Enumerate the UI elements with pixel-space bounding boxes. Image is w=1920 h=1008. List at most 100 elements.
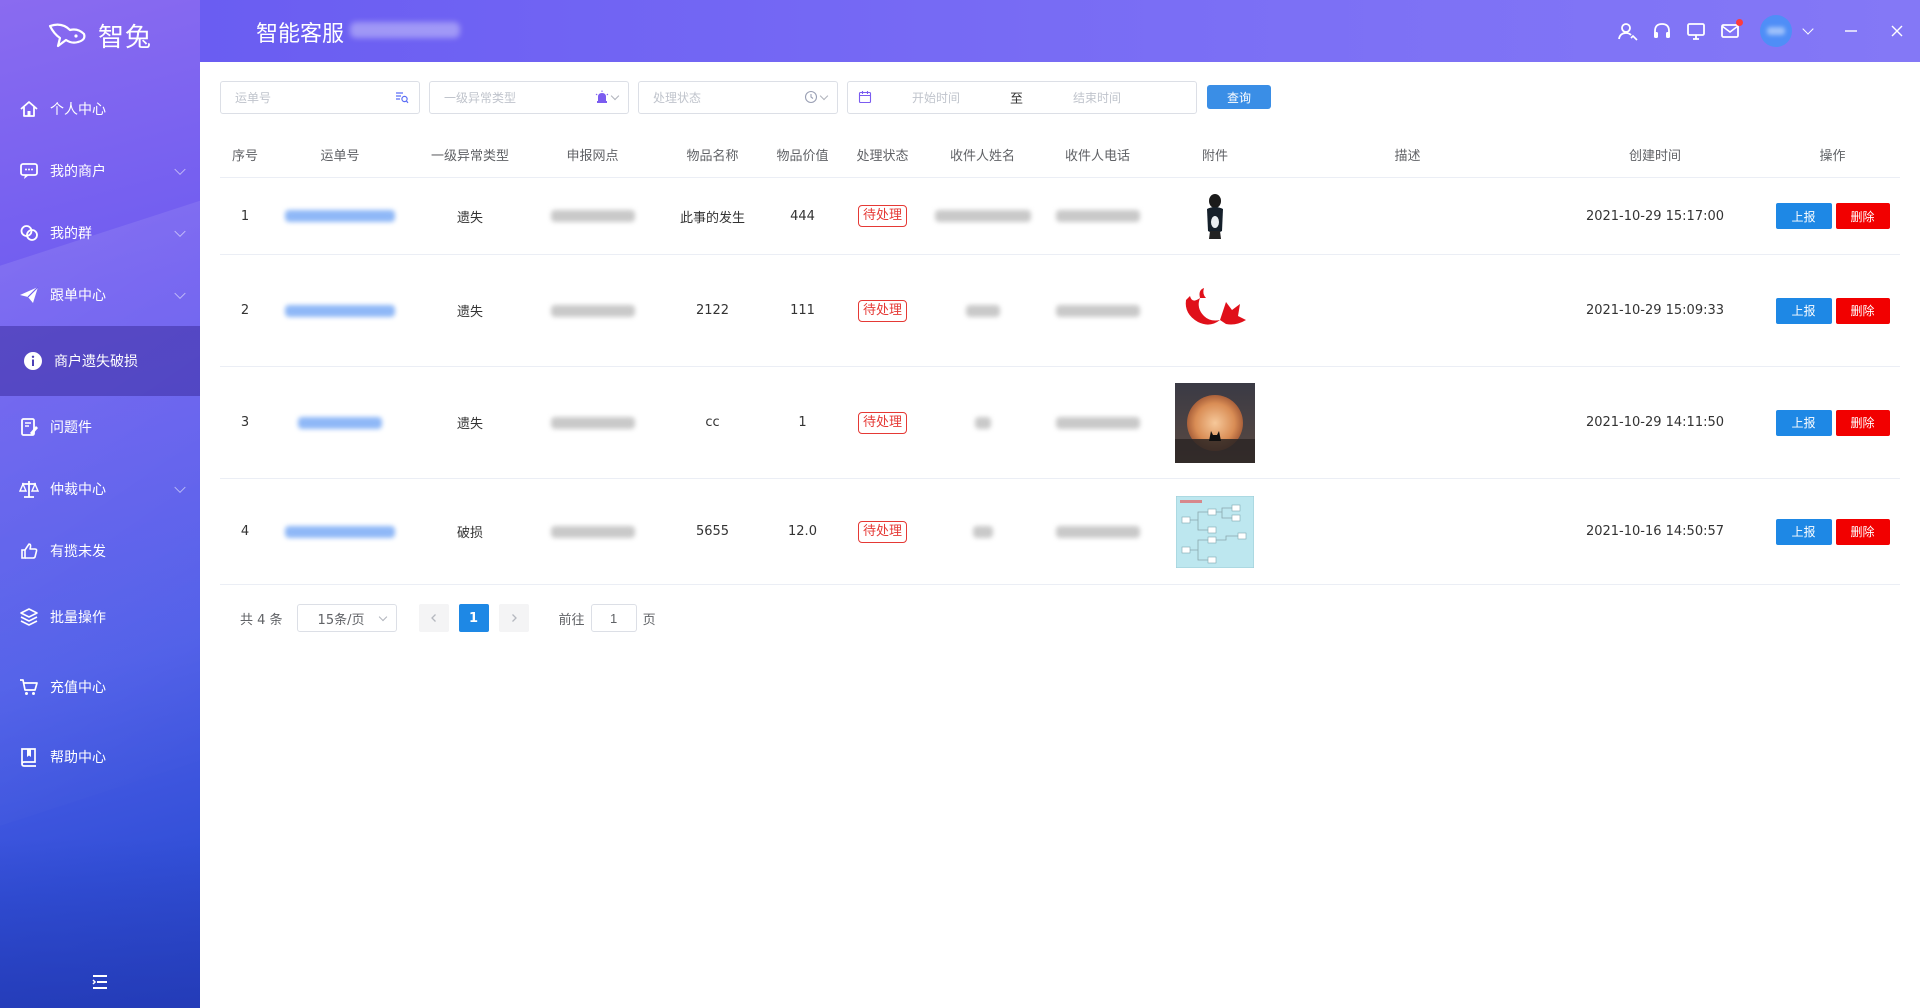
list-search-icon[interactable] xyxy=(395,90,409,104)
minimize-button[interactable] xyxy=(1828,0,1874,62)
status-cell: 待处理 xyxy=(835,479,930,584)
waybill-link[interactable] xyxy=(270,255,410,366)
header-status: 处理状态 xyxy=(856,149,909,164)
status-select[interactable]: 处理状态 xyxy=(638,80,838,114)
range-separator: 至 xyxy=(1010,91,1024,107)
sidebar-item-label: 帮助中心 xyxy=(50,750,106,766)
sidebar-item-recharge-center[interactable]: 充值中心 xyxy=(0,652,200,722)
sidebar-item-merchant-loss-damage[interactable]: 商户遗失破损 xyxy=(0,326,200,396)
header-description: 描述 xyxy=(1394,149,1421,164)
sidebar-item-my-merchants[interactable]: 我的商户 xyxy=(0,140,200,202)
sidebar-item-label: 问题件 xyxy=(50,420,92,436)
recipient-name xyxy=(930,178,1035,254)
attachment-thumbnail[interactable] xyxy=(1160,479,1270,584)
app-logo[interactable]: 智兔 xyxy=(0,0,200,70)
redacted-waybill xyxy=(285,304,395,317)
header-actions: 操作 xyxy=(1819,149,1846,164)
sidebar-item-label: 我的商户 xyxy=(50,164,106,180)
exception-type: 遗失 xyxy=(456,417,483,432)
header-item-name: 物品名称 xyxy=(686,149,739,164)
delete-button[interactable]: 删除 xyxy=(1835,409,1890,436)
attachment-figure-image xyxy=(1201,191,1229,241)
headset-icon[interactable] xyxy=(1646,15,1678,47)
page-unit-label: 页 xyxy=(642,612,656,628)
goto-page-input[interactable] xyxy=(590,604,637,632)
recipient-name xyxy=(930,479,1035,584)
item-value: 1 xyxy=(798,415,807,430)
status-badge: 待处理 xyxy=(857,205,907,227)
waybill-link[interactable] xyxy=(270,367,410,478)
date-range-picker[interactable]: 开始时间 至 结束时间 xyxy=(847,80,1197,114)
sidebar-item-help-center[interactable]: 帮助中心 xyxy=(0,722,200,792)
delete-button[interactable]: 删除 xyxy=(1835,297,1890,324)
waybill-link[interactable] xyxy=(270,178,410,254)
description xyxy=(1270,178,1545,254)
sidebar-item-my-groups[interactable]: 我的群 xyxy=(0,202,200,264)
table-row: 4 破损 5655 12.0 待处理 2021-10-16 14:50:57 上… xyxy=(220,479,1900,585)
delete-button[interactable]: 删除 xyxy=(1835,203,1890,229)
redacted-phone xyxy=(1055,525,1140,538)
page-size-select[interactable]: 15条/页 xyxy=(296,604,397,632)
sidebar-item-collected-not-sent[interactable]: 有揽未发 xyxy=(0,520,200,582)
description xyxy=(1270,479,1545,584)
chevron-down-icon xyxy=(174,481,186,494)
sidebar-item-arbitration-center[interactable]: 仲裁中心 xyxy=(0,458,200,520)
attachment-thumbnail[interactable] xyxy=(1160,255,1270,366)
chevron-down-icon xyxy=(610,91,620,100)
chevron-down-icon[interactable] xyxy=(1802,23,1814,35)
redacted-branch-name xyxy=(350,22,460,38)
sidebar-item-batch-operations[interactable]: 批量操作 xyxy=(0,582,200,652)
report-button[interactable]: 上报 xyxy=(1775,518,1832,545)
query-button[interactable]: 查询 xyxy=(1207,85,1271,109)
redacted-branch xyxy=(550,210,635,222)
chevron-down-icon xyxy=(174,163,186,176)
user-avatar[interactable] xyxy=(1760,15,1792,47)
loss-damage-table: 序号 运单号 一级异常类型 申报网点 物品名称 物品价值 处理状态 收件人姓名 … xyxy=(220,132,1900,585)
table-header-row: 序号 运单号 一级异常类型 申报网点 物品名称 物品价值 处理状态 收件人姓名 … xyxy=(220,132,1900,178)
sidebar-item-personal-center[interactable]: 个人中心 xyxy=(0,78,200,140)
item-value: 111 xyxy=(790,303,815,318)
page-number-current[interactable]: 1 xyxy=(458,604,489,632)
report-button[interactable]: 上报 xyxy=(1775,297,1832,324)
created-time: 2021-10-29 15:09:33 xyxy=(1585,303,1725,318)
redacted-name xyxy=(972,525,993,538)
redacted-name xyxy=(934,210,1031,222)
user-switch-icon[interactable] xyxy=(1612,15,1644,47)
chevron-down-icon xyxy=(819,91,829,100)
monitor-icon[interactable] xyxy=(1680,15,1712,47)
delete-button[interactable]: 删除 xyxy=(1835,518,1890,545)
report-button[interactable]: 上报 xyxy=(1775,409,1832,436)
minimize-icon xyxy=(1845,30,1857,32)
book-icon xyxy=(18,746,40,768)
redacted-name xyxy=(974,416,991,429)
status-cell: 待处理 xyxy=(835,178,930,254)
recipient-name xyxy=(930,255,1035,366)
attachment-thumbnail[interactable] xyxy=(1160,367,1270,478)
recipient-phone xyxy=(1035,479,1160,584)
collapse-menu-icon[interactable] xyxy=(88,970,112,994)
header-recipient-phone: 收件人电话 xyxy=(1064,149,1130,164)
start-time-placeholder: 开始时间 xyxy=(912,90,961,105)
waybill-link[interactable] xyxy=(270,479,410,584)
attachment-thumbnail[interactable] xyxy=(1160,178,1270,254)
report-branch xyxy=(530,367,655,478)
prev-page-button[interactable] xyxy=(418,604,449,632)
end-time-placeholder: 结束时间 xyxy=(1073,90,1122,105)
exception-type-select[interactable]: 一级异常类型 xyxy=(429,80,629,114)
waybill-search-input[interactable]: 运单号 xyxy=(220,80,420,114)
next-page-button[interactable] xyxy=(498,604,529,632)
row-index: 1 xyxy=(240,208,250,224)
description xyxy=(1270,367,1545,478)
total-count: 共 4 条 xyxy=(240,612,283,628)
group-chat-icon xyxy=(18,222,40,244)
mail-icon[interactable] xyxy=(1714,15,1746,47)
report-button[interactable]: 上报 xyxy=(1775,203,1832,229)
home-icon xyxy=(18,98,40,120)
sidebar-item-problem-parcels[interactable]: 问题件 xyxy=(0,396,200,458)
sidebar-item-tracking-center[interactable]: 跟单中心 xyxy=(0,264,200,326)
redacted-branch xyxy=(550,304,635,317)
close-button[interactable] xyxy=(1874,0,1920,62)
row-actions-group: 上报 删除 xyxy=(1775,203,1890,229)
row-actions-group: 上报 删除 xyxy=(1775,297,1890,324)
created-time: 2021-10-29 15:17:00 xyxy=(1585,208,1725,224)
